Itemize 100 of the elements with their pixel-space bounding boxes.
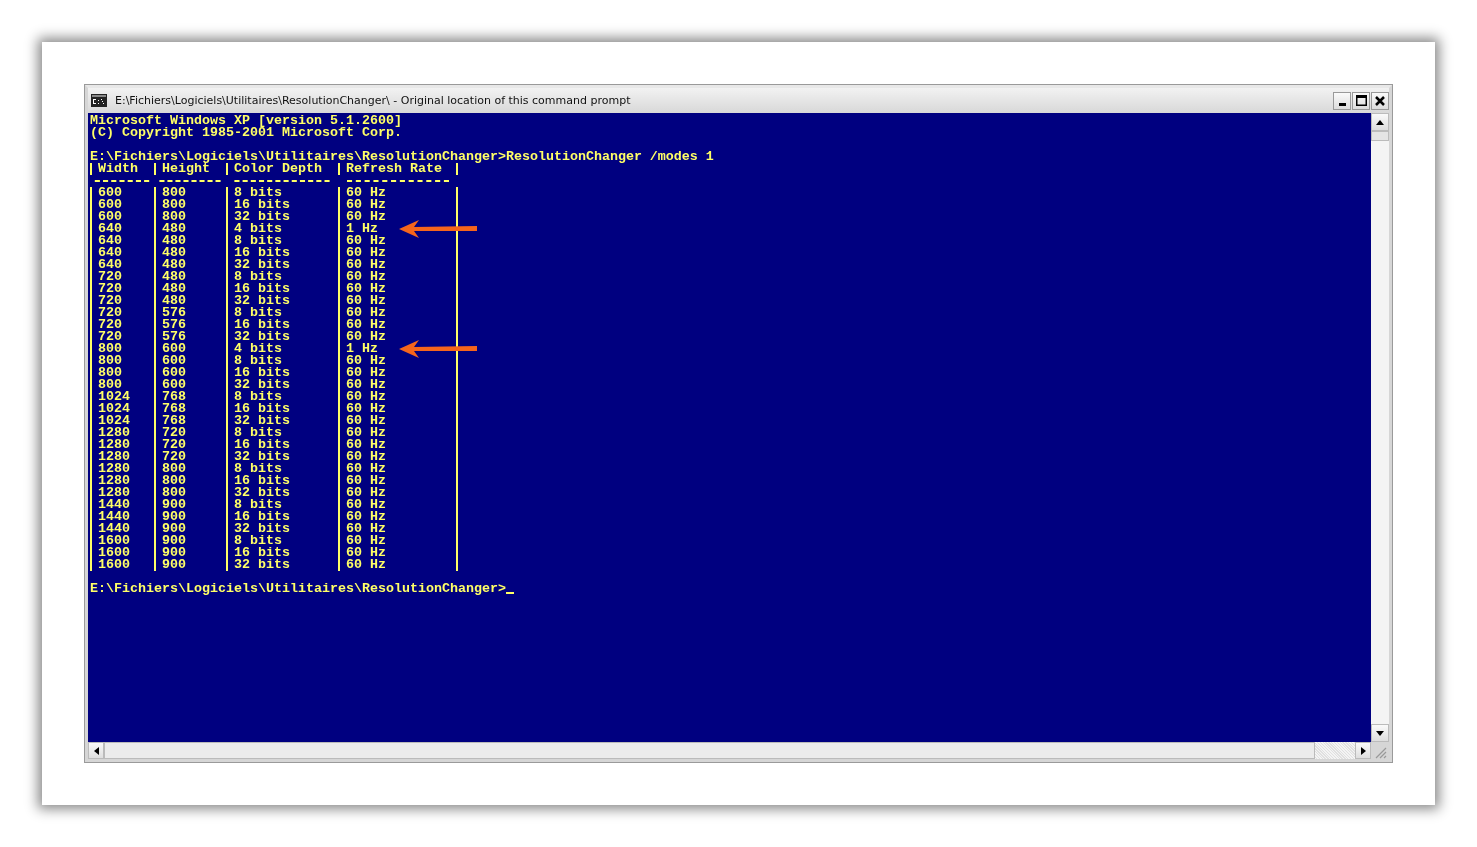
table-cell: 8 bits bbox=[225, 271, 338, 283]
table-cell: 1024 bbox=[90, 403, 154, 415]
table-cell: 800 bbox=[154, 487, 226, 499]
table-cell: 720 bbox=[154, 451, 226, 463]
table-cell: 600 bbox=[154, 367, 226, 379]
table-cell: 600 bbox=[90, 187, 154, 199]
table-cell: 32 bits bbox=[225, 331, 338, 343]
table-cell: 640 bbox=[90, 259, 154, 271]
minimize-button[interactable] bbox=[1333, 91, 1351, 110]
scroll-left-button[interactable] bbox=[88, 742, 104, 759]
table-cell: 60 Hz bbox=[337, 475, 458, 487]
table-cell: 480 bbox=[154, 295, 226, 307]
close-button[interactable] bbox=[1371, 91, 1389, 110]
maximize-button[interactable] bbox=[1352, 91, 1370, 110]
table-cell: 16 bits bbox=[225, 547, 338, 559]
vertical-scrollbar[interactable] bbox=[1371, 113, 1389, 742]
table-cell: 800 bbox=[90, 367, 154, 379]
resize-grip-icon[interactable] bbox=[1373, 745, 1387, 759]
table-cell: 16 bits bbox=[225, 511, 338, 523]
table-cell: 800 bbox=[90, 355, 154, 367]
console-line: (C) Copyright 1985-2001 Microsoft Corp. bbox=[90, 127, 403, 139]
table-cell: 480 bbox=[154, 271, 226, 283]
table-cell: 16 bits bbox=[225, 283, 338, 295]
table-cell: 800 bbox=[90, 343, 154, 355]
table-cell: 800 bbox=[154, 187, 226, 199]
table-cell: 60 Hz bbox=[337, 547, 458, 559]
table-cell: 60 Hz bbox=[337, 199, 458, 211]
table-cell: 60 Hz bbox=[337, 415, 458, 427]
down-triangle-icon bbox=[1376, 730, 1384, 736]
table-cell: 8 bits bbox=[225, 235, 338, 247]
column-header: Color Depth bbox=[225, 163, 338, 175]
table-cell: 8 bits bbox=[225, 355, 338, 367]
table-cell: 60 Hz bbox=[337, 367, 458, 379]
table-cell: 8 bits bbox=[225, 463, 338, 475]
table-cell: 32 bits bbox=[225, 295, 338, 307]
table-cell: 1600 bbox=[90, 547, 154, 559]
left-triangle-icon bbox=[93, 746, 99, 755]
table-cell: 8 bits bbox=[225, 535, 338, 547]
table-cell: 900 bbox=[154, 499, 226, 511]
table-cell: 60 Hz bbox=[337, 247, 458, 259]
table-cell: 720 bbox=[90, 295, 154, 307]
table-cell: 600 bbox=[154, 355, 226, 367]
column-header: Height bbox=[154, 163, 226, 175]
table-cell: 1024 bbox=[90, 415, 154, 427]
table-cell: 768 bbox=[154, 403, 226, 415]
table-cell: 576 bbox=[154, 331, 226, 343]
table-cell: 640 bbox=[90, 223, 154, 235]
scroll-thumb[interactable] bbox=[1371, 131, 1389, 141]
table-cell: 576 bbox=[154, 307, 226, 319]
table-cell: 800 bbox=[154, 463, 226, 475]
table-cell: 600 bbox=[154, 343, 226, 355]
table-cell: 32 bits bbox=[225, 523, 338, 535]
scroll-down-button[interactable] bbox=[1371, 724, 1389, 742]
table-cell: 8 bits bbox=[225, 499, 338, 511]
table-cell: 1280 bbox=[90, 451, 154, 463]
table-cell: 60 Hz bbox=[337, 271, 458, 283]
table-cell: 720 bbox=[90, 331, 154, 343]
table-cell: 16 bits bbox=[225, 403, 338, 415]
console-line: Microsoft Windows XP [version 5.1.2600] bbox=[90, 115, 403, 127]
table-cell: 8 bits bbox=[225, 187, 338, 199]
table-cell: 640 bbox=[90, 247, 154, 259]
table-cell: 1280 bbox=[90, 427, 154, 439]
table-cell: 600 bbox=[90, 199, 154, 211]
up-triangle-icon bbox=[1376, 119, 1384, 125]
table-cell: 60 Hz bbox=[337, 391, 458, 403]
table-cell: 32 bits bbox=[225, 415, 338, 427]
table-cell: 16 bits bbox=[225, 247, 338, 259]
table-cell: 1440 bbox=[90, 523, 154, 535]
scroll-up-button[interactable] bbox=[1371, 113, 1389, 131]
table-cell: 60 Hz bbox=[337, 319, 458, 331]
table-cell: 16 bits bbox=[225, 319, 338, 331]
table-cell: 60 Hz bbox=[337, 535, 458, 547]
console-icon bbox=[91, 94, 107, 107]
table-cell: 900 bbox=[154, 511, 226, 523]
table-cell: 1280 bbox=[90, 487, 154, 499]
table-cell: 32 bits bbox=[225, 211, 338, 223]
table-cell: 900 bbox=[154, 547, 226, 559]
table-cell: 60 Hz bbox=[337, 187, 458, 199]
table-cell: 480 bbox=[154, 235, 226, 247]
column-header: Refresh Rate bbox=[337, 163, 458, 175]
table-cell: 60 Hz bbox=[337, 379, 458, 391]
table-cell: 60 Hz bbox=[337, 355, 458, 367]
table-cell: 60 Hz bbox=[337, 487, 458, 499]
table-cell: 16 bits bbox=[225, 367, 338, 379]
window-title: E:\Fichiers\Logiciels\Utilitaires\ResolutionChanger\ - Original location of this command prompt bbox=[115, 94, 631, 107]
table-cell: 1440 bbox=[90, 511, 154, 523]
table-cell: 800 bbox=[154, 199, 226, 211]
scroll-right-button[interactable] bbox=[1355, 742, 1371, 759]
table-cell: 480 bbox=[154, 283, 226, 295]
maximize-icon bbox=[1355, 95, 1367, 106]
table-cell: 1440 bbox=[90, 499, 154, 511]
table-cell: 480 bbox=[154, 247, 226, 259]
table-cell: 720 bbox=[90, 307, 154, 319]
table-cell: 60 Hz bbox=[337, 511, 458, 523]
table-cell: 60 Hz bbox=[337, 499, 458, 511]
table-cell: 8 bits bbox=[225, 391, 338, 403]
table-cell: 60 Hz bbox=[337, 559, 458, 571]
minimize-icon bbox=[1338, 102, 1346, 106]
table-cell: 800 bbox=[154, 211, 226, 223]
table-cell: 1600 bbox=[90, 559, 154, 571]
